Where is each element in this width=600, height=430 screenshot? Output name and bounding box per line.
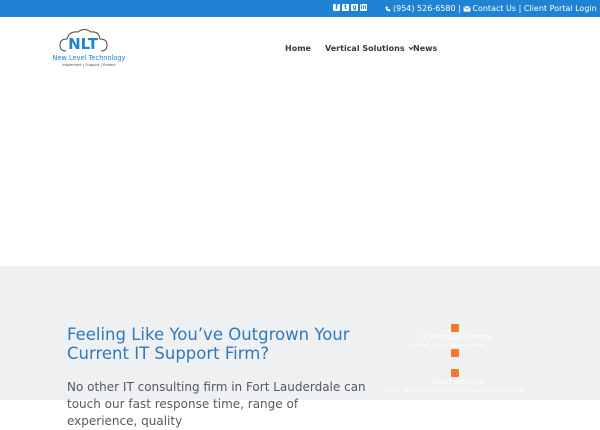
service-marker-icon bbox=[451, 369, 459, 377]
logo-mark: NLT bbox=[68, 35, 99, 53]
site-header: NLT New Level Technology Implement | Sup… bbox=[0, 17, 600, 80]
service-subtitle: Network & Data Management bbox=[409, 343, 484, 349]
facebook-icon[interactable]: f bbox=[333, 4, 340, 11]
social-links: f t g in bbox=[333, 4, 367, 11]
contact-us-link[interactable]: Contact Us bbox=[472, 4, 516, 13]
twitter-icon[interactable]: t bbox=[342, 4, 349, 11]
intro-headline: Feeling Like You’ve Outgrown Your Curren… bbox=[67, 325, 350, 363]
nav-news[interactable]: News bbox=[413, 44, 437, 53]
separator: | bbox=[518, 4, 522, 13]
service-subtitle: Office 365, Azure & hosted cloud solutio… bbox=[386, 388, 525, 394]
contact-links: (954) 526-6580 | Contact Us | Client Por… bbox=[384, 0, 597, 17]
logo-name: New Level Technology bbox=[53, 54, 126, 62]
company-logo[interactable]: NLT New Level Technology Implement | Sup… bbox=[42, 25, 138, 75]
linkedin-icon[interactable]: in bbox=[360, 4, 367, 11]
client-portal-link[interactable]: Client Portal Login bbox=[524, 4, 597, 13]
envelope-icon bbox=[463, 6, 471, 12]
phone-icon bbox=[385, 6, 391, 12]
google-plus-icon[interactable]: g bbox=[351, 4, 358, 11]
service-title[interactable]: Cloud Services bbox=[431, 378, 483, 386]
logo-graphic: NLT New Level Technology Implement | Sup… bbox=[53, 29, 126, 67]
separator: | bbox=[458, 4, 461, 13]
service-marker-icon bbox=[451, 349, 459, 357]
nav-vertical-solutions[interactable]: Vertical Solutions bbox=[325, 44, 414, 53]
hero-area bbox=[0, 80, 600, 266]
top-bar: f t g in (954) 526-6580 | Contact Us | C… bbox=[0, 0, 600, 17]
service-marker-icon bbox=[451, 324, 459, 332]
nav-vertical-solutions-label: Vertical Solutions bbox=[325, 44, 405, 53]
phone-number[interactable]: (954) 526-6580 bbox=[393, 4, 456, 13]
logo-tagline: Implement | Support | Protect bbox=[62, 63, 116, 67]
service-title[interactable]: IT Managed Services bbox=[420, 333, 493, 341]
intro-paragraph: No other IT consulting firm in Fort Laud… bbox=[67, 380, 366, 428]
nav-home[interactable]: Home bbox=[285, 44, 311, 53]
